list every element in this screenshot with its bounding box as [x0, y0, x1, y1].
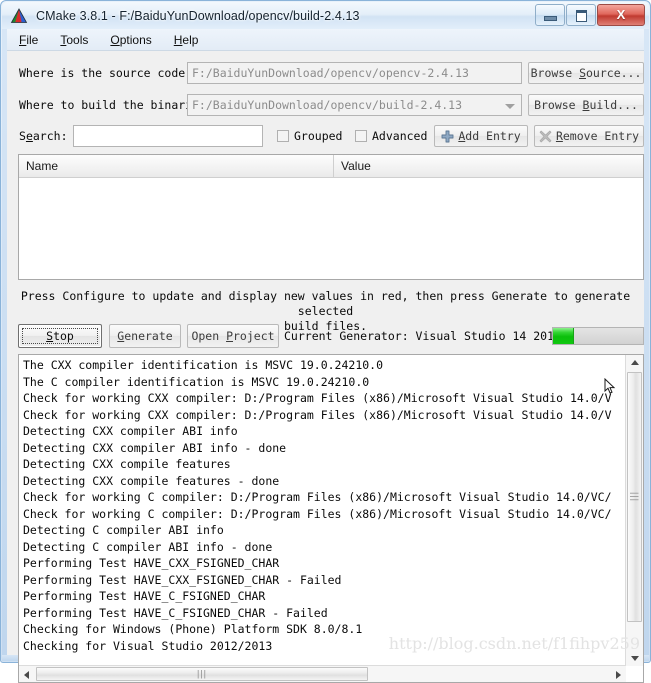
source-label: Where is the source code: [19, 66, 193, 80]
window-title: CMake 3.8.1 - F:/BaiduYunDownload/opencv… [36, 8, 360, 23]
log-line: Check for working CXX compiler: D:/Progr… [23, 391, 612, 405]
scroll-down-icon[interactable] [631, 656, 639, 661]
chevron-down-icon [505, 104, 515, 109]
generate-button[interactable]: Generate [109, 324, 181, 348]
generate-label: Generate [117, 329, 173, 343]
scroll-left-icon[interactable] [24, 671, 29, 679]
scroll-grip-icon: ||| [196, 668, 208, 679]
log-line: Detecting C compiler ABI info - done [23, 539, 273, 554]
close-icon: X [616, 7, 626, 22]
log-vertical-scrollbar[interactable]: ||| [625, 355, 643, 666]
log-line: Detecting CXX compiler ABI info - done [23, 440, 287, 455]
scroll-grip-icon: ||| [630, 491, 640, 503]
log-line: Check for working CXX compiler: D:/Progr… [23, 407, 612, 422]
browse-build-button[interactable]: Browse Build... [528, 94, 644, 116]
maximize-button[interactable] [566, 4, 596, 26]
client-area: Where is the source code: F:/BaiduYunDow… [7, 51, 644, 683]
menu-bar: File Tools Options Help [7, 29, 644, 51]
scroll-up-icon[interactable] [631, 360, 639, 365]
build-path-value: F:/BaiduYunDownload/opencv/build-2.4.13 [192, 98, 463, 112]
menu-item-help[interactable]: Help [174, 33, 199, 47]
window-frame-right [644, 29, 649, 661]
log-line: Performing Test HAVE_C_FSIGNED_CHAR [23, 589, 266, 603]
plus-icon [441, 130, 454, 143]
window-controls: X [535, 4, 645, 26]
action-row: Stop Generate Open Project Current Gener… [7, 323, 644, 349]
cache-table[interactable]: Name Value [18, 154, 644, 280]
log-line: Detecting CXX compile features - done [23, 473, 280, 488]
log-line: Performing Test HAVE_CXX_FSIGNED_CHAR - … [23, 572, 342, 587]
x-icon [539, 130, 552, 143]
open-project-label: Open Project [191, 329, 275, 343]
minimize-icon [544, 16, 557, 21]
advanced-label: Advanced [372, 129, 428, 143]
search-label: Search: [19, 129, 68, 143]
log-line: Performing Test HAVE_C_FSIGNED_CHAR - Fa… [23, 605, 328, 620]
log-line: Check for working C compiler: D:/Program… [23, 490, 612, 504]
menu-item-tools[interactable]: Tools [60, 33, 88, 47]
browse-source-button[interactable]: Browse Source... [528, 62, 644, 84]
log-line: The CXX compiler identification is MSVC … [23, 358, 384, 372]
horizontal-scroll-thumb[interactable]: ||| [36, 667, 368, 681]
vertical-scroll-thumb[interactable]: ||| [627, 372, 642, 622]
search-row: Search: Grouped Advanced Add Entry Remov… [7, 124, 644, 148]
add-entry-button[interactable]: Add Entry [434, 125, 528, 147]
menu-item-options[interactable]: Options [110, 33, 151, 47]
maximize-icon [576, 10, 587, 22]
column-header-name[interactable]: Name [19, 155, 334, 177]
build-path-combo[interactable]: F:/BaiduYunDownload/opencv/build-2.4.13 [187, 94, 522, 116]
log-horizontal-scrollbar[interactable]: ||| [19, 665, 626, 682]
open-project-button[interactable]: Open Project [187, 324, 279, 348]
stop-button[interactable]: Stop [18, 324, 102, 348]
checkbox-icon [277, 130, 289, 142]
browse-build-label: Browse Build... [534, 98, 638, 112]
cmake-triangle-icon [10, 7, 28, 25]
log-line: Performing Test HAVE_CXX_FSIGNED_CHAR [23, 556, 280, 570]
log-line: Detecting CXX compile features [23, 457, 231, 471]
build-row: Where to build the binaries: F:/BaiduYun… [7, 93, 644, 117]
log-line: Check for working C compiler: D:/Program… [23, 506, 612, 521]
menu-item-file[interactable]: File [19, 33, 38, 47]
log-line: Checking for Windows (Phone) Platform SD… [23, 622, 363, 636]
remove-entry-button[interactable]: Remove Entry [534, 125, 644, 147]
cache-table-header: Name Value [19, 155, 643, 178]
title-bar: CMake 3.8.1 - F:/BaiduYunDownload/opencv… [2, 2, 649, 29]
output-log-text: The CXX compiler identification is MSVC … [23, 357, 625, 654]
add-entry-label: Add Entry [458, 129, 521, 143]
remove-entry-label: Remove Entry [555, 129, 640, 143]
column-header-value[interactable]: Value [334, 155, 643, 177]
scroll-right-icon[interactable] [616, 671, 621, 679]
log-line: The C compiler identification is MSVC 19… [23, 374, 370, 389]
source-path-field[interactable]: F:/BaiduYunDownload/opencv/opencv-2.4.13 [187, 62, 522, 84]
stop-label: Stop [46, 329, 74, 343]
log-line: Checking for Visual Studio 2012/2013 [23, 638, 273, 653]
log-line: Detecting C compiler ABI info [23, 523, 224, 537]
progress-fill [553, 328, 574, 344]
source-row: Where is the source code: F:/BaiduYunDow… [7, 61, 644, 85]
build-label: Where to build the binaries: [19, 98, 213, 112]
advanced-checkbox[interactable]: Advanced [355, 129, 427, 143]
minimize-button[interactable] [535, 4, 565, 26]
log-line: Detecting CXX compiler ABI info [23, 424, 238, 438]
grouped-checkbox[interactable]: Grouped [277, 129, 342, 143]
progress-bar [552, 327, 644, 345]
configure-hint-line1: Press Configure to update and display ne… [20, 289, 631, 318]
search-input[interactable] [73, 125, 263, 147]
close-button[interactable]: X [597, 4, 645, 26]
browse-source-label: Browse Source... [530, 66, 642, 80]
output-log-panel[interactable]: The CXX compiler identification is MSVC … [18, 354, 644, 683]
cmake-gui-window: CMake 3.8.1 - F:/BaiduYunDownload/opencv… [0, 0, 651, 683]
checkbox-icon [355, 130, 367, 142]
grouped-label: Grouped [294, 129, 343, 143]
